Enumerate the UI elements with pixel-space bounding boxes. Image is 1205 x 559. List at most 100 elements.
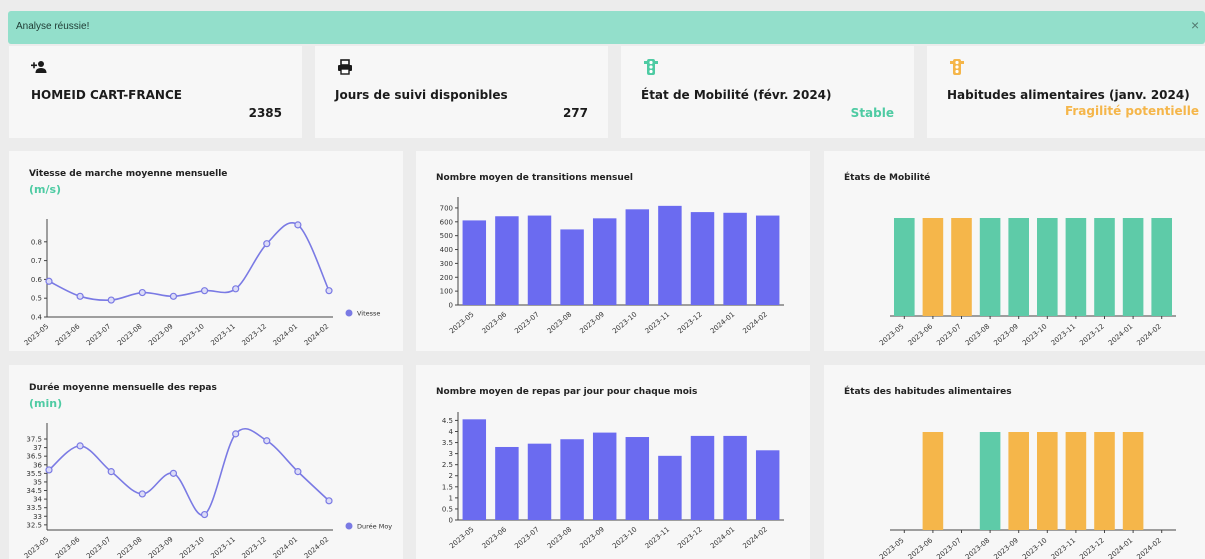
success-alert: Analyse réussie! × xyxy=(8,11,1205,44)
eating-states-chart: 2023-05 2023-06 2023-07 2023-08 2023-09 2023-… xyxy=(878,432,1176,559)
x-tick-label: 2023-07 xyxy=(513,525,541,550)
x-tick-label: 2023-07 xyxy=(85,322,113,347)
alert-message: Analyse réussie! xyxy=(16,21,90,32)
x-tick-label: 2023-07 xyxy=(935,322,963,347)
y-tick-label: 0.8 xyxy=(31,238,42,246)
bar xyxy=(658,455,682,520)
state-bar xyxy=(922,432,944,530)
state-bar xyxy=(894,218,915,316)
x-tick-label: 2023-08 xyxy=(964,322,992,347)
series-line xyxy=(48,222,330,302)
state-bar xyxy=(951,218,972,316)
panel-eating-states: États des habitudes alimentaires 2023-05… xyxy=(824,365,1205,559)
y-tick-label: 0.6 xyxy=(31,276,43,284)
bar xyxy=(658,205,682,305)
x-tick-label: 2023-11 xyxy=(644,525,672,550)
series-line xyxy=(48,428,330,516)
legend-label: Vitesse xyxy=(357,310,380,318)
traffic-light-icon xyxy=(949,59,965,75)
data-point xyxy=(169,292,178,300)
y-tick-label: 33.5 xyxy=(26,504,42,512)
data-point xyxy=(76,292,84,300)
y-tick-label: 0.5 xyxy=(442,505,453,513)
mobility-states-chart: 2023-05 2023-06 2023-07 2023-08 2023-09 2023-… xyxy=(878,218,1176,347)
x-tick-label: 2023-07 xyxy=(85,535,113,559)
x-tick-label: 2024-02 xyxy=(741,525,769,550)
x-tick-label: 2023-06 xyxy=(54,322,82,347)
y-tick-label: 500 xyxy=(440,232,453,240)
y-tick-label: 2.5 xyxy=(442,461,453,469)
y-tick-label: 1 xyxy=(449,494,453,502)
bar xyxy=(495,216,519,305)
state-bar xyxy=(1008,432,1029,530)
bar xyxy=(723,435,747,520)
bar xyxy=(690,435,715,520)
state-bar xyxy=(1037,432,1058,530)
state-bar xyxy=(1122,432,1144,530)
data-point xyxy=(294,468,302,476)
panel-mobility-states: États de Mobilité 2023-05 2023-06 2023-07 2… xyxy=(824,151,1205,351)
bar xyxy=(755,450,780,520)
bar xyxy=(527,215,552,305)
y-tick-label: 37 xyxy=(33,444,42,452)
x-tick-label: 2024-01 xyxy=(272,535,300,559)
state-bar xyxy=(1122,218,1144,316)
legend-label: Durée Moy xyxy=(357,523,392,531)
y-tick-label: 0.5 xyxy=(31,295,42,303)
data-point xyxy=(232,285,240,293)
stat-value: 277 xyxy=(562,106,588,120)
data-point xyxy=(325,287,333,295)
x-tick-label: 2024-02 xyxy=(1135,536,1163,559)
y-tick-label: 400 xyxy=(440,246,453,254)
x-tick-label: 2023-08 xyxy=(546,525,574,550)
data-point xyxy=(263,437,271,445)
x-tick-label: 2023-11 xyxy=(1050,322,1078,347)
x-tick-label: 2023-05 xyxy=(448,310,476,335)
x-tick-label: 2023-10 xyxy=(1021,322,1049,347)
x-tick-label: 2023-10 xyxy=(178,535,206,559)
state-bar xyxy=(1065,218,1087,316)
y-tick-label: 4.5 xyxy=(442,417,453,425)
data-point xyxy=(76,442,84,450)
legend-marker xyxy=(345,309,353,317)
x-tick-label: 2023-08 xyxy=(116,322,144,347)
stat-card-homeid: HOMEID CART-FRANCE 2385 xyxy=(9,46,302,138)
data-point xyxy=(107,296,115,304)
data-point xyxy=(169,469,178,477)
y-tick-label: 100 xyxy=(440,288,453,296)
walking-speed-chart: 0.40.50.60.70.82023-05 2023-06 2023-07 2023… xyxy=(23,219,380,347)
stat-title: État de Mobilité (févr. 2024) xyxy=(641,88,832,102)
x-tick-label: 2024-01 xyxy=(709,525,737,550)
y-tick-label: 33 xyxy=(33,513,42,521)
state-bar xyxy=(979,218,1001,316)
data-point xyxy=(138,288,146,297)
status-badge: Stable xyxy=(850,106,894,120)
printer-icon xyxy=(337,59,353,75)
x-tick-label: 2024-01 xyxy=(272,322,300,347)
x-tick-label: 2023-09 xyxy=(578,525,606,550)
close-icon[interactable]: × xyxy=(1191,17,1205,37)
data-point xyxy=(200,510,209,519)
x-tick-label: 2023-06 xyxy=(481,525,509,550)
x-tick-label: 2024-01 xyxy=(1107,536,1135,559)
x-tick-label: 2023-10 xyxy=(611,310,639,335)
stat-card-mobility-state: État de Mobilité (févr. 2024) Stable xyxy=(621,46,914,138)
x-tick-label: 2023-05 xyxy=(878,322,906,347)
x-tick-label: 2023-08 xyxy=(116,535,144,559)
x-tick-label: 2024-01 xyxy=(709,310,737,335)
bar xyxy=(462,419,487,520)
x-tick-label: 2023-11 xyxy=(209,322,237,347)
bar xyxy=(560,439,584,520)
x-tick-label: 2023-06 xyxy=(481,310,509,335)
x-tick-label: 2023-05 xyxy=(23,535,51,559)
x-tick-label: 2024-02 xyxy=(741,310,769,335)
y-tick-label: 35.5 xyxy=(26,470,42,478)
data-point xyxy=(138,490,146,498)
y-tick-label: 200 xyxy=(440,274,453,282)
y-tick-label: 700 xyxy=(440,204,453,212)
stat-title: HOMEID CART-FRANCE xyxy=(31,88,182,102)
y-tick-label: 36 xyxy=(33,461,42,469)
panel-meals-per-day: Nombre moyen de repas par jour pour chaq… xyxy=(416,365,810,559)
x-tick-label: 2023-08 xyxy=(546,310,574,335)
bar xyxy=(495,446,519,520)
